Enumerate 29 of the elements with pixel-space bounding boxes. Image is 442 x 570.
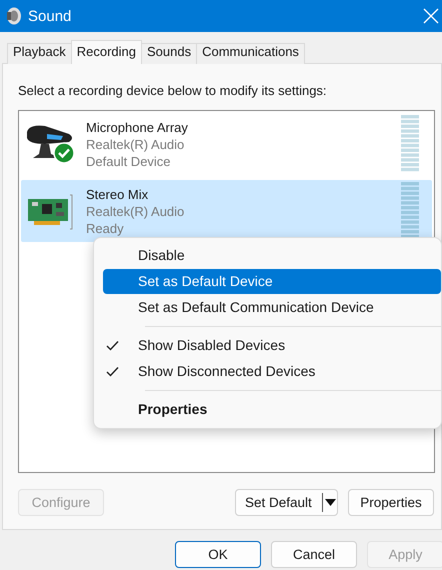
device-name: Stereo Mix bbox=[86, 186, 150, 202]
tab[interactable]: Communications bbox=[196, 43, 305, 64]
menu-item[interactable]: Disable bbox=[103, 243, 441, 268]
tab[interactable]: Recording bbox=[70, 40, 142, 64]
tab[interactable]: Sounds bbox=[141, 43, 198, 64]
menu-item[interactable]: Show Disabled Devices bbox=[103, 333, 441, 358]
device-row[interactable]: Stereo Mix Realtek(R) Audio Ready bbox=[21, 180, 432, 242]
speaker-icon bbox=[5, 7, 21, 25]
level-meter-icon bbox=[401, 115, 419, 173]
device-name: Microphone Array bbox=[86, 120, 189, 134]
menu-item[interactable]: Set as Default Device bbox=[103, 269, 441, 294]
device-status: Ready bbox=[86, 220, 125, 236]
dialog-button[interactable]: Cancel bbox=[271, 541, 357, 568]
instruction-text: Select a recording device below to modify its settings: bbox=[18, 83, 328, 100]
window-title: Sound bbox=[28, 8, 72, 24]
menu-item[interactable]: Properties bbox=[103, 397, 441, 422]
close-icon[interactable] bbox=[423, 8, 439, 24]
dropdown-arrow-icon[interactable] bbox=[324, 499, 336, 506]
menu-item[interactable]: Show Disconnected Devices bbox=[103, 359, 441, 384]
device-driver: Realtek(R) Audio bbox=[86, 204, 186, 218]
device-driver: Realtek(R) Audio bbox=[86, 136, 186, 152]
dialog-button[interactable]: OK bbox=[175, 541, 261, 568]
menu-item[interactable]: Set as Default Communication Device bbox=[103, 295, 441, 320]
button[interactable]: Properties bbox=[348, 489, 434, 516]
tab[interactable]: Playback bbox=[7, 43, 72, 64]
device-status: Default Device bbox=[86, 154, 172, 168]
button[interactable]: Set Default bbox=[235, 489, 338, 516]
device-row[interactable]: Microphone Array Realtek(R) Audio Default Device bbox=[21, 113, 432, 175]
level-meter-icon bbox=[401, 182, 419, 240]
